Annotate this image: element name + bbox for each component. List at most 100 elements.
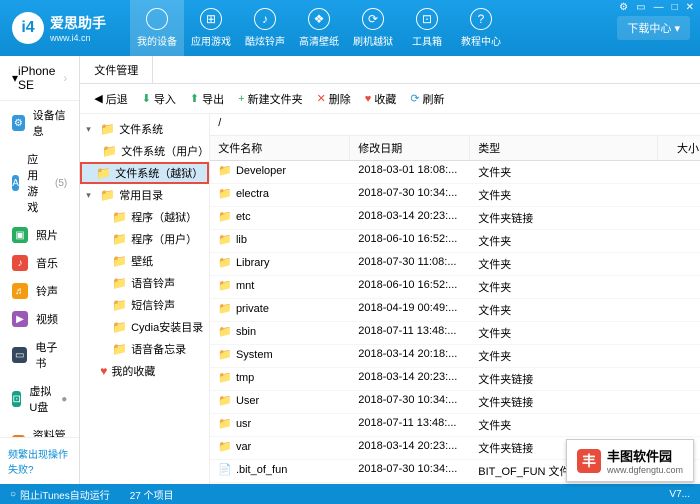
itunes-block-toggle[interactable]: ○阻止iTunes自动运行: [10, 487, 110, 502]
device-selector[interactable]: ▾ iPhone SE ›: [0, 56, 79, 101]
chevron-down-icon: ▾: [674, 23, 680, 35]
export-button[interactable]: ⬆导出: [186, 89, 228, 109]
help-link[interactable]: 频繁出现操作失败?: [0, 437, 79, 484]
nav-item-2[interactable]: ♪酷炫铃声: [238, 0, 292, 56]
folder-icon: 📁: [218, 441, 232, 453]
nav-item-4[interactable]: ⟳刷机越狱: [346, 0, 400, 56]
cell-type: 文件夹链接: [470, 368, 658, 390]
minimize-icon[interactable]: —: [654, 2, 664, 13]
tab-file-management[interactable]: 文件管理: [80, 56, 153, 83]
sidebar-item-7[interactable]: ⊡虚拟U盘●: [0, 377, 79, 421]
table-row[interactable]: 📁Developer2018-03-01 18:08:...文件夹: [210, 161, 700, 184]
back-button[interactable]: ◀后退: [90, 89, 131, 109]
cell-date: 2018-06-10 16:52:...: [350, 276, 470, 298]
tree-item-1[interactable]: 📁文件系统（用户）: [80, 140, 209, 162]
refresh-button[interactable]: ⟳刷新: [406, 89, 448, 109]
folder-icon: 📁: [112, 276, 127, 290]
nav-icon: ♪: [254, 8, 276, 30]
sidebar-item-6[interactable]: ▭电子书: [0, 333, 79, 377]
table-row[interactable]: 📁usr2018-07-11 13:48:...文件夹: [210, 414, 700, 437]
nav-label: 刷机越狱: [353, 33, 393, 48]
device-name: iPhone SE: [18, 64, 63, 92]
table-row[interactable]: 📁sbin2018-07-11 13:48:...文件夹: [210, 322, 700, 345]
tree-item-9[interactable]: 📁Cydia安装目录: [80, 316, 209, 338]
settings-icon[interactable]: ⚙: [619, 2, 628, 13]
cell-date: 2018-03-14 20:18:...: [350, 345, 470, 367]
table-row[interactable]: 📁tmp2018-03-14 20:23:...文件夹链接: [210, 368, 700, 391]
cell-name: 📁usr: [210, 414, 350, 436]
close-icon[interactable]: ✕: [686, 2, 694, 13]
tree-item-7[interactable]: 📁语音铃声: [80, 272, 209, 294]
nav-item-6[interactable]: ?教程中心: [454, 0, 508, 56]
tree-item-6[interactable]: 📁壁纸: [80, 250, 209, 272]
download-center-button[interactable]: 下载中心 ▾: [617, 16, 690, 40]
cell-date: 2018-06-10 16:52:...: [350, 230, 470, 252]
table-row[interactable]: 📁Library2018-07-30 11:08:...文件夹: [210, 253, 700, 276]
cell-name: 📁var: [210, 437, 350, 459]
column-name[interactable]: 文件名称: [210, 136, 350, 160]
cell-name: 📁User: [210, 391, 350, 413]
sidebar-item-0[interactable]: ⚙设备信息: [0, 101, 79, 145]
sidebar-item-4[interactable]: ♬铃声: [0, 277, 79, 305]
folder-icon: 📁: [218, 234, 232, 246]
table-row[interactable]: 📁electra2018-07-30 10:34:...文件夹: [210, 184, 700, 207]
cell-type: 文件夹链接: [470, 391, 658, 413]
file-icon: 📄: [218, 464, 232, 476]
sidebar-item-5[interactable]: ▶视频: [0, 305, 79, 333]
table-row[interactable]: 📁lib2018-06-10 16:52:...文件夹: [210, 230, 700, 253]
cell-type: 文件夹: [470, 322, 658, 344]
folder-icon: 📁: [100, 188, 115, 202]
tree-item-0[interactable]: ▾📁文件系统: [80, 118, 209, 140]
tree-item-5[interactable]: 📁程序（用户）: [80, 228, 209, 250]
tree-item-2[interactable]: 📁文件系统（越狱）: [80, 162, 209, 184]
sidebar-item-1[interactable]: A应用游戏(5): [0, 145, 79, 221]
new-folder-button[interactable]: +新建文件夹: [234, 89, 306, 109]
column-date[interactable]: 修改日期: [350, 136, 470, 160]
tree-label: 壁纸: [131, 253, 153, 269]
column-size[interactable]: 大小: [658, 136, 700, 160]
tree-item-10[interactable]: 📁语音备忘录: [80, 338, 209, 360]
tree-item-4[interactable]: 📁程序（越狱）: [80, 206, 209, 228]
watermark-icon: 丰: [577, 449, 601, 473]
sidebar-icon: A: [12, 175, 19, 191]
table-row[interactable]: 📁System2018-03-14 20:18:...文件夹: [210, 345, 700, 368]
favorite-button[interactable]: ♥收藏: [361, 89, 401, 109]
table-row[interactable]: 📁User2018-07-30 10:34:...文件夹链接: [210, 391, 700, 414]
table-row[interactable]: 📁etc2018-03-14 20:23:...文件夹链接: [210, 207, 700, 230]
maximize-icon[interactable]: □: [672, 2, 678, 13]
cell-type: 文件夹: [470, 414, 658, 436]
tree-label: 程序（用户）: [131, 231, 197, 247]
cell-size: [658, 253, 700, 275]
tree-item-8[interactable]: 📁短信铃声: [80, 294, 209, 316]
nav-label: 教程中心: [461, 33, 501, 48]
cell-size: [658, 276, 700, 298]
folder-icon: 📁: [112, 320, 127, 334]
nav-item-3[interactable]: ❖高清壁纸: [292, 0, 346, 56]
folder-icon: 📁: [218, 257, 232, 269]
tree-item-11[interactable]: ♥我的收藏: [80, 360, 209, 382]
sidebar-item-8[interactable]: ▤资料管理: [0, 421, 79, 437]
sidebar-label: 音乐: [36, 255, 58, 271]
watermark-url: www.dgfengtu.com: [607, 465, 683, 475]
delete-button[interactable]: ✕删除: [313, 89, 355, 109]
table-row[interactable]: 📄.bootstrapped_electra2018-07-11 13:48:.…: [210, 483, 700, 484]
cell-name: 📁Developer: [210, 161, 350, 183]
nav-icon: ❖: [308, 8, 330, 30]
column-type[interactable]: 类型: [470, 136, 658, 160]
path-bar[interactable]: /: [210, 114, 700, 136]
sidebar-label: 资料管理: [33, 427, 68, 437]
theme-icon[interactable]: ▭: [636, 2, 645, 13]
folder-icon: 📁: [112, 210, 127, 224]
nav-item-1[interactable]: ⊞应用游戏: [184, 0, 238, 56]
sidebar-item-2[interactable]: ▣照片: [0, 221, 79, 249]
import-button[interactable]: ⬇导入: [138, 89, 180, 109]
nav-item-5[interactable]: ⊡工具箱: [400, 0, 454, 56]
folder-icon: 📁: [218, 280, 232, 292]
status-bar: ○阻止iTunes自动运行 27 个项目 V7...: [0, 484, 700, 504]
sidebar-item-3[interactable]: ♪音乐: [0, 249, 79, 277]
table-row[interactable]: 📁mnt2018-06-10 16:52:...文件夹: [210, 276, 700, 299]
nav-item-0[interactable]: 我的设备: [130, 0, 184, 56]
table-row[interactable]: 📁private2018-04-19 00:49:...文件夹: [210, 299, 700, 322]
tree-item-3[interactable]: ▾📁常用目录: [80, 184, 209, 206]
folder-icon: 📁: [112, 342, 127, 356]
